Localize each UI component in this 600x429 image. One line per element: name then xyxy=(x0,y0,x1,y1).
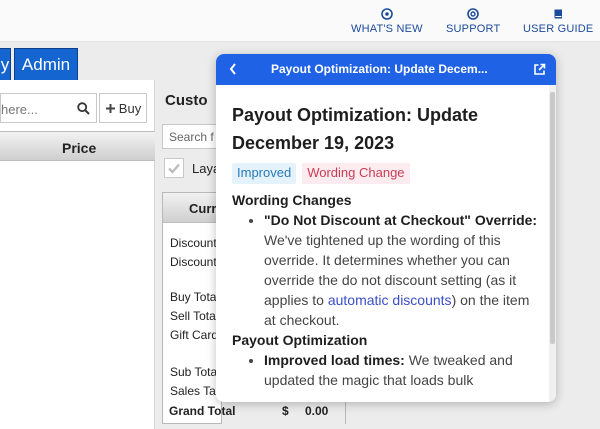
tag-wording-change: Wording Change xyxy=(302,163,410,184)
popup-header-title: Payout Optimization: Update Decem... xyxy=(271,62,488,76)
totals-row: Sales Ta xyxy=(170,384,216,398)
item-search-input[interactable]: here... xyxy=(0,93,97,123)
section-title-payout-optimization: Payout Optimization xyxy=(232,332,368,348)
item-heading: "Do Not Discount at Checkout" Override: xyxy=(264,212,538,228)
grand-total-label: Grand Total xyxy=(169,404,236,418)
search-icon[interactable] xyxy=(77,102,90,115)
support-link[interactable]: SUPPORT xyxy=(446,8,500,35)
totals-row: Discount xyxy=(170,236,217,250)
grand-total-value: 0.00 xyxy=(305,404,329,418)
buy-button-label: Buy xyxy=(118,100,142,116)
list-item: Improved load times: We tweaked and upda… xyxy=(264,350,542,390)
popup-header: Payout Optimization: Update Decem... xyxy=(216,54,556,85)
user-guide-link[interactable]: USER GUIDE xyxy=(523,8,593,35)
totals-header-label: Curr xyxy=(189,201,217,216)
layaway-checkbox[interactable] xyxy=(164,158,184,178)
popup-body[interactable]: Payout Optimization: Update December 19,… xyxy=(232,85,542,402)
totals-row: Gift Card xyxy=(170,328,219,342)
price-column-header[interactable]: Price xyxy=(0,131,155,161)
grand-total-currency: $ xyxy=(282,404,289,418)
chevron-left-icon[interactable] xyxy=(228,62,238,76)
item-search-placeholder: here... xyxy=(1,102,38,117)
grand-total-row: Grand Total $ 0.00 xyxy=(162,402,345,424)
buy-button[interactable]: Buy xyxy=(99,93,147,123)
admin-button-label: Admin xyxy=(21,54,71,74)
user-guide-label: USER GUIDE xyxy=(523,23,594,35)
whats-new-label: WHAT'S NEW xyxy=(351,23,423,35)
check-icon xyxy=(168,163,180,174)
totals-row: Sub Tota xyxy=(170,365,218,379)
wording-changes-list: "Do Not Discount at Checkout" Override: … xyxy=(264,210,542,330)
tag-improved: Improved xyxy=(232,163,297,184)
top-bar: WHAT'S NEW SUPPORT USER GUIDE xyxy=(0,0,600,42)
customer-search-input[interactable]: Search f xyxy=(162,124,222,149)
support-icon xyxy=(467,8,479,20)
admin-button[interactable]: Admin xyxy=(14,48,78,81)
compass-icon xyxy=(381,8,393,20)
tag-list: Improved Wording Change xyxy=(232,163,542,184)
totals-box: Curr Discount Discount Buy Tota Sell Tot… xyxy=(162,192,222,424)
price-header-label: Price xyxy=(62,140,97,156)
item-heading: Improved load times: xyxy=(264,352,405,368)
popup-scrollbar-thumb[interactable] xyxy=(550,92,555,344)
payout-optimization-list: Improved load times: We tweaked and upda… xyxy=(264,350,542,390)
automatic-discounts-link[interactable]: automatic discounts xyxy=(328,292,452,308)
customer-title: Custo xyxy=(165,92,208,109)
nav-button-partial[interactable]: y xyxy=(0,48,11,81)
article-title: Payout Optimization: Update December 19,… xyxy=(232,105,479,153)
external-link-icon[interactable] xyxy=(533,63,546,76)
nav-button-partial-label: y xyxy=(0,54,10,74)
totals-row: Discount xyxy=(170,255,217,269)
whats-new-link[interactable]: WHAT'S NEW xyxy=(351,8,423,35)
totals-row: Sell Tota xyxy=(170,309,216,323)
list-item: "Do Not Discount at Checkout" Override: … xyxy=(264,210,542,330)
help-popup: Payout Optimization: Update Decem... Pay… xyxy=(216,54,556,402)
totals-header: Curr xyxy=(163,193,221,223)
section-title-wording-changes: Wording Changes xyxy=(232,192,352,208)
plus-icon xyxy=(105,103,115,113)
book-icon xyxy=(554,9,563,19)
support-label: SUPPORT xyxy=(446,23,501,35)
totals-row: Buy Tota xyxy=(170,290,217,304)
